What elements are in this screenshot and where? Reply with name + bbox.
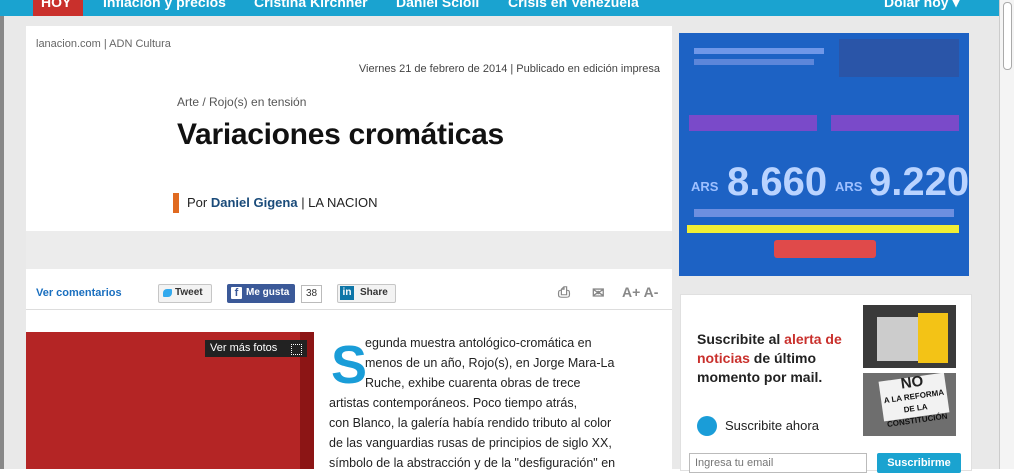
ad-currency: ARS xyxy=(691,179,719,194)
article-photo[interactable]: Ver más fotos xyxy=(26,332,314,469)
nav-item-inflacion[interactable]: Inflación y precios xyxy=(103,0,226,10)
tweet-label: Tweet xyxy=(175,287,203,298)
nav-item-hoy-label: HOY xyxy=(41,0,72,10)
body-line: Ruche, exhibe cuarenta obras de trece xyxy=(365,376,581,390)
ad-logo-blur xyxy=(839,39,959,77)
ad-text-blur xyxy=(694,48,824,54)
byline: Por Daniel Gigena | LA NACION xyxy=(173,193,378,213)
linkedin-icon: in xyxy=(340,286,354,300)
newsletter-title: Suscribite al alerta de noticias de últi… xyxy=(697,331,842,385)
article-body: egunda muestra antológico-cromática en m… xyxy=(329,333,659,473)
train-yellow xyxy=(918,313,948,363)
body-line: egunda muestra antológico-cromática en xyxy=(365,336,592,350)
author-link[interactable]: Daniel Gigena xyxy=(211,195,298,210)
nav-item-venezuela[interactable]: Crisis en Venezuela xyxy=(508,0,639,10)
protest-thumbnail: NO A LA REFORMA DE LA CONSTITUCIÓN xyxy=(863,373,956,436)
expand-icon xyxy=(291,344,302,355)
body-line: menos de un año, Rojo(s), en Jorge Mara-… xyxy=(365,356,615,370)
body-line: artistas contemporáneos. Poco tiempo atr… xyxy=(329,396,578,410)
nav-item-scioli[interactable]: Daniel Scioli xyxy=(396,0,479,10)
article-column: lanacion.com | ADN Cultura Viernes 21 de… xyxy=(26,26,672,470)
email-icon[interactable]: ✉ xyxy=(592,284,605,302)
protest-sign: NO A LA REFORMA DE LA CONSTITUCIÓN xyxy=(878,373,950,429)
email-field[interactable] xyxy=(689,453,867,473)
share-bar: Ver comentarios Tweet f Me gusta 38 in S… xyxy=(26,279,672,310)
twitter-bird-icon xyxy=(163,289,172,297)
font-size-controls[interactable]: A+ A- xyxy=(622,284,658,300)
facebook-like-button[interactable]: f Me gusta xyxy=(227,284,295,303)
publication-date: Viernes 21 de febrero de 2014 | Publicad… xyxy=(358,63,660,75)
subscribe-button[interactable]: Suscribirme xyxy=(877,453,961,473)
byline-prefix: Por xyxy=(187,195,208,210)
ad-currency: ARS xyxy=(835,179,863,194)
ad-bar xyxy=(694,209,954,217)
nav-item-cristina[interactable]: Cristina Kirchner xyxy=(254,0,368,10)
article-headline: Variaciones cromáticas xyxy=(177,118,504,151)
subway-thumbnail xyxy=(863,305,956,368)
ad-value-2: 9.220 xyxy=(869,160,970,204)
view-comments-link[interactable]: Ver comentarios xyxy=(36,287,122,299)
nav-dolar-dropdown[interactable]: Dólar hoy ▾ xyxy=(884,0,959,11)
facebook-icon: f xyxy=(231,287,242,299)
like-label: Me gusta xyxy=(246,287,290,298)
ad-yellow-band xyxy=(687,225,959,233)
body-line: de las vanguardias rusas de principios d… xyxy=(329,436,612,450)
gray-divider-band xyxy=(26,231,672,269)
share-label: Share xyxy=(360,287,388,298)
ad-value-1: 8.660 xyxy=(727,160,828,204)
dollar-ad-banner[interactable]: ARS 8.660 ARS 9.220 xyxy=(679,33,969,276)
breadcrumb: lanacion.com | ADN Cultura xyxy=(36,38,171,50)
scrollbar-thumb[interactable] xyxy=(1003,2,1012,70)
more-photos-label: Ver más fotos xyxy=(210,342,278,354)
ad-cta-button[interactable] xyxy=(774,240,876,258)
tweet-button[interactable]: Tweet xyxy=(158,284,212,303)
byline-outlet: | LA NACION xyxy=(301,195,378,210)
linkedin-share-button[interactable]: in Share xyxy=(337,284,396,303)
body-line: símbolo de la abstracción y de la "desfi… xyxy=(329,456,616,470)
body-line: con Blanco, la galería había rendido tri… xyxy=(329,416,612,430)
window-edge xyxy=(0,16,4,469)
top-navigation: HOY Inflación y precios Cristina Kirchne… xyxy=(0,0,1014,16)
like-count: 38 xyxy=(301,285,323,303)
print-icon[interactable]: ⎙ xyxy=(558,284,570,301)
more-photos-button[interactable]: Ver más fotos xyxy=(205,340,307,357)
subscribe-now-label: Suscribite ahora xyxy=(725,418,819,433)
article-kicker: Arte / Rojo(s) en tensión xyxy=(177,95,307,109)
newsletter-box: Suscribite al alerta de noticias de últi… xyxy=(680,294,972,473)
scrollbar[interactable] xyxy=(999,0,1014,469)
nav-item-hoy[interactable]: HOY xyxy=(33,0,83,16)
ad-label-block xyxy=(831,115,959,131)
subscribe-icon xyxy=(697,416,717,436)
ad-text-blur xyxy=(694,59,814,65)
ad-label-block xyxy=(689,115,817,131)
